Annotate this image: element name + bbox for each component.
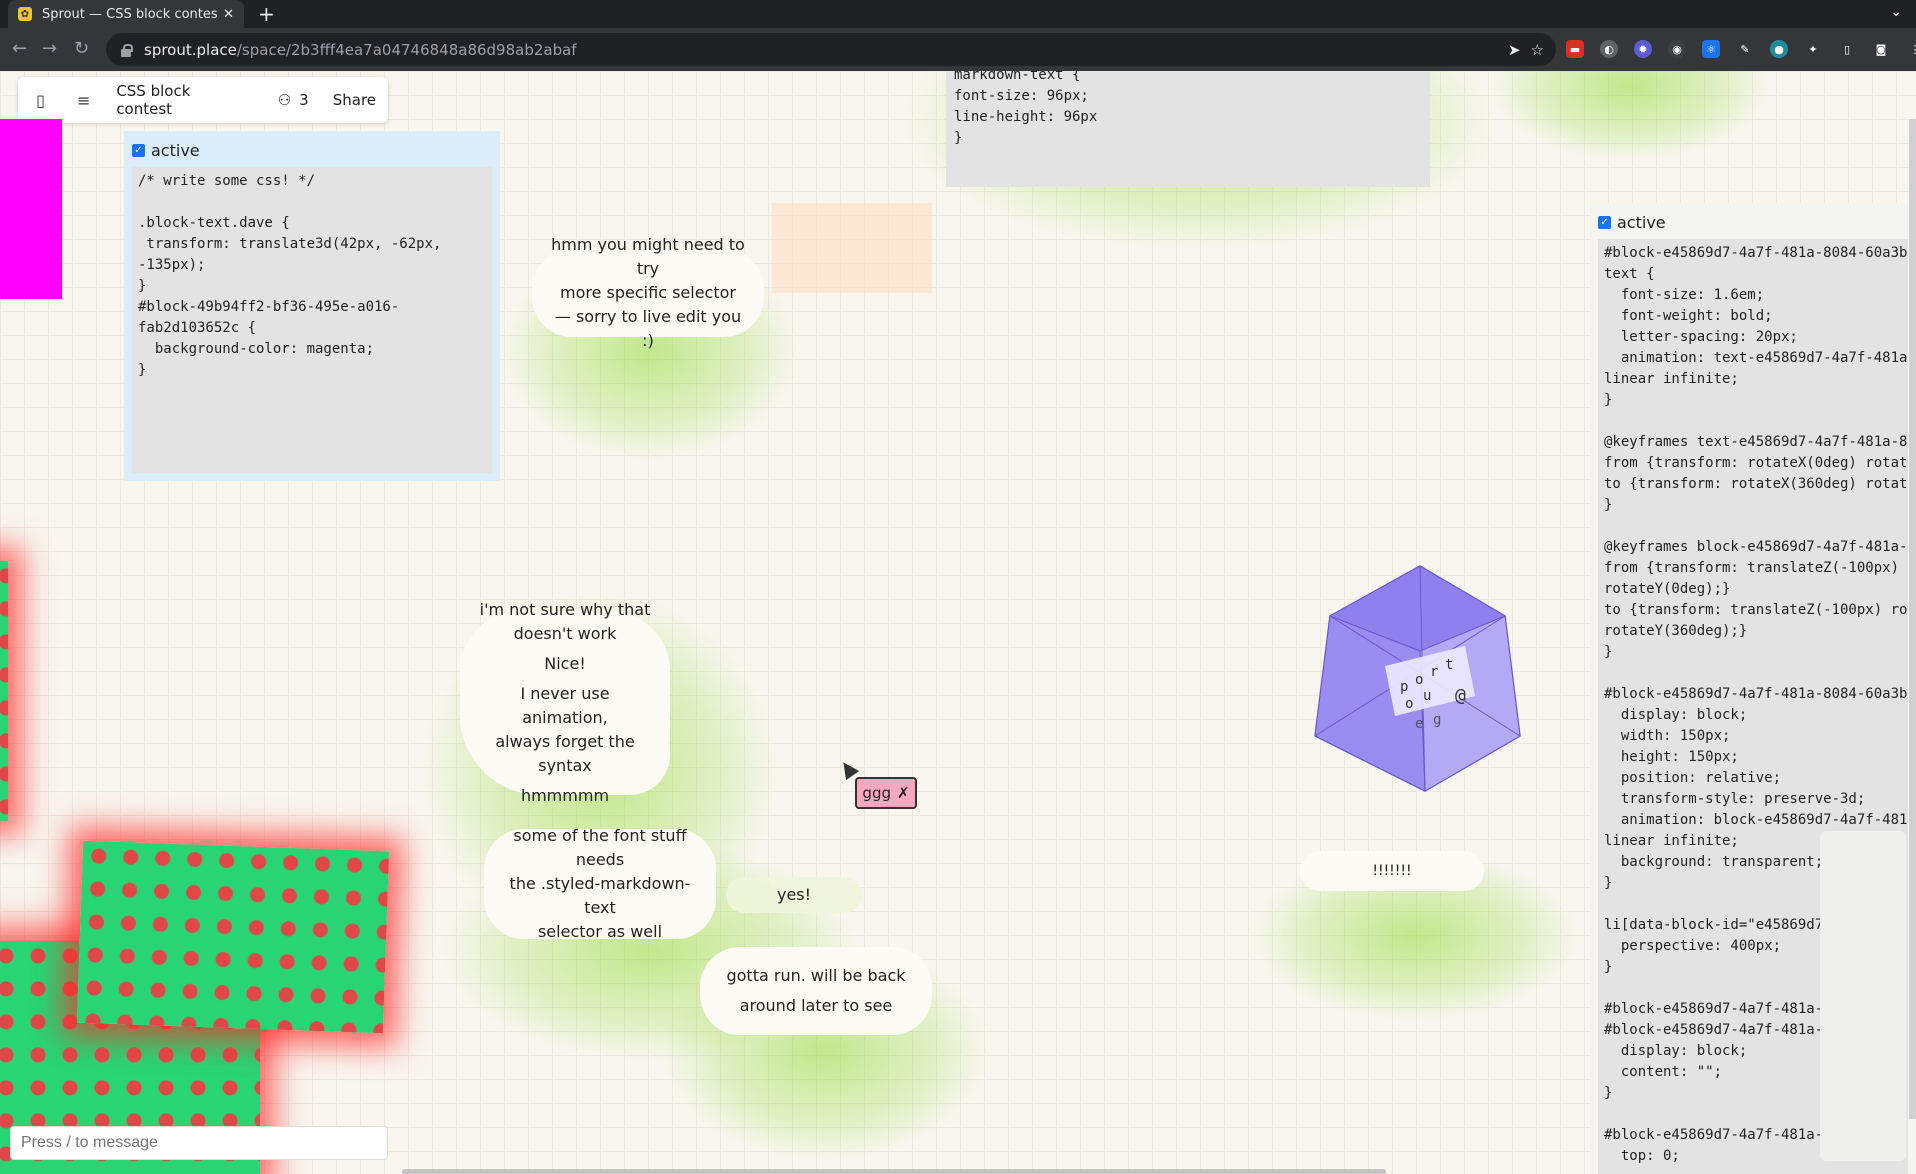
url-path: /space/2b3fff4ea7a04746848a86d98ab2abaf (236, 40, 577, 59)
sidebar-toggle-icon[interactable]: ▯ (30, 89, 51, 111)
tab-title: Sprout — CSS block contes (42, 6, 218, 22)
chat-bubble-1[interactable]: hmm you might need to try more specific … (532, 235, 764, 350)
url-host: sprout.place (144, 40, 237, 59)
extension-gear-icon[interactable]: ✹ (1634, 40, 1652, 58)
browser-menu-icon[interactable]: ⋮ (1906, 40, 1916, 58)
chat-bubble-9[interactable]: !!!!!!! (1300, 851, 1484, 891)
chat-bubble-8[interactable]: gotta run. will be back around later to … (700, 947, 932, 1035)
bubble-line: always forget the syntax (495, 732, 635, 775)
peach-block (772, 203, 932, 293)
active-label: active (151, 140, 200, 160)
bubble-line: I never use animation, (520, 684, 610, 727)
bubble-line: !!!!!!! (1372, 863, 1412, 879)
css-code-editor-top[interactable]: markdown-text { font-size: 96px; line-he… (946, 71, 1430, 187)
cursor-name-tag: ggg ✗ (855, 777, 917, 809)
bookmark-star-icon[interactable]: ☆ (1531, 41, 1544, 59)
extensions-bar: ▬ ◐ ✹ ◉ ⚛ ✎ ● ✦ ▯ ◙ ⋮ (1566, 40, 1916, 58)
pattern-tile-block[interactable] (76, 840, 390, 1034)
browser-toolbar: ← → ↻ sprout.place/space/2b3fff4ea7a0474… (0, 28, 1916, 71)
css-code-editor[interactable]: /* write some css! */ .block-text.dave {… (132, 167, 492, 473)
cube-letter: e (1415, 716, 1423, 732)
message-input[interactable] (10, 1126, 388, 1160)
bubble-line: — sorry to live edit you :) (554, 307, 742, 350)
cube-letter: u (1423, 688, 1431, 704)
active-toggle[interactable]: ✓ active (132, 139, 492, 161)
menu-icon[interactable]: ≡ (73, 89, 94, 111)
browser-tab[interactable]: ✿ Sprout — CSS block contes ✕ (8, 0, 244, 28)
cube-letter: @ (1455, 685, 1466, 706)
chat-bubble-group[interactable]: i'm not sure why that doesn't work Nice!… (460, 600, 670, 805)
bubble-line: some of the font stuff needs (513, 826, 687, 869)
rotating-cube-block[interactable]: p o r t o u @ e g (1305, 556, 1535, 796)
space-topbar: ▯ ≡ CSS block contest ⚇ 3 Share (18, 77, 388, 123)
new-tab-button[interactable]: + (258, 3, 275, 25)
extensions-puzzle-icon[interactable]: ✦ (1804, 40, 1822, 58)
reload-icon[interactable]: ↻ (74, 38, 89, 60)
muted-mic-icon: ✗ (897, 784, 910, 802)
forward-icon[interactable]: → (42, 38, 57, 60)
profile-icon[interactable]: ◙ (1872, 40, 1890, 58)
side-panel-icon[interactable]: ▯ (1838, 40, 1856, 58)
pattern-tile-block[interactable] (0, 561, 8, 821)
cube-letter: o (1415, 672, 1423, 688)
vertical-scrollbar[interactable] (1909, 119, 1916, 1119)
bubble-line: yes! (776, 885, 812, 904)
bubble-line: selector as well (537, 922, 663, 941)
extension-compass-icon[interactable]: ◐ (1600, 40, 1618, 58)
bubble-line: gotta run. will be back (726, 966, 906, 985)
share-button[interactable]: Share (333, 91, 376, 109)
extension-globe-icon[interactable]: ● (1770, 40, 1788, 58)
active-checkbox-right[interactable]: ✓ (1598, 215, 1611, 229)
active-checkbox[interactable]: ✓ (132, 143, 145, 157)
bubble-line: i'm not sure why that (479, 600, 651, 619)
glow (1490, 71, 1770, 161)
bubble-line: hmm you might need to try (551, 235, 745, 278)
bubble-line: the .styled-markdown-text (509, 874, 691, 917)
extension-wand-icon[interactable]: ✎ (1736, 40, 1754, 58)
cube-letter: r (1430, 664, 1438, 680)
bubble-line: Nice! (544, 654, 586, 673)
space-canvas[interactable]: ▯ ≡ CSS block contest ⚇ 3 Share ✓ active… (0, 71, 1916, 1174)
active-toggle-right[interactable]: ✓ active (1598, 211, 1908, 233)
bubble-line: more specific selector (560, 283, 736, 302)
close-tab-icon[interactable]: ✕ (223, 7, 234, 22)
space-title: CSS block contest (116, 82, 191, 118)
people-icon: ⚇ (277, 91, 292, 109)
participants-count: 3 (299, 91, 309, 109)
cube-letter: g (1433, 712, 1441, 728)
tab-search-icon[interactable]: ⌄ (1890, 4, 1902, 20)
bubble-line: doesn't work (513, 624, 617, 643)
horizontal-scrollbar[interactable] (402, 1169, 1386, 1174)
participants-button[interactable]: ⚇ 3 (278, 91, 309, 109)
bubble-line: hmmmmm (520, 786, 610, 805)
minimap-panel (1820, 831, 1906, 1161)
lock-icon (120, 43, 133, 57)
sprout-favicon-icon: ✿ (18, 7, 32, 21)
extension-shield-icon[interactable]: ◉ (1668, 40, 1686, 58)
extension-react-icon[interactable]: ⚛ (1702, 40, 1720, 58)
chat-bubble-7[interactable]: yes! (726, 877, 862, 913)
chat-bubble-6[interactable]: some of the font stuff needs the .styled… (484, 826, 716, 941)
send-tab-icon[interactable]: ➤ (1508, 41, 1521, 59)
cursor-name: ggg (862, 784, 891, 802)
cube-letter: p (1400, 679, 1408, 695)
magenta-block[interactable] (0, 119, 62, 299)
cube-letter: t (1445, 657, 1453, 673)
cube-letter: o (1405, 696, 1413, 712)
bubble-line: around later to see (739, 996, 893, 1015)
back-icon[interactable]: ← (12, 38, 27, 60)
browser-tabbar: ✿ Sprout — CSS block contes ✕ + ⌄ (0, 0, 1916, 28)
css-editor-left[interactable]: ✓ active /* write some css! */ .block-te… (124, 131, 500, 481)
extension-red-icon[interactable]: ▬ (1566, 40, 1584, 58)
address-bar[interactable]: sprout.place/space/2b3fff4ea7a04746848a8… (106, 33, 1556, 66)
active-label-right: active (1617, 212, 1666, 232)
